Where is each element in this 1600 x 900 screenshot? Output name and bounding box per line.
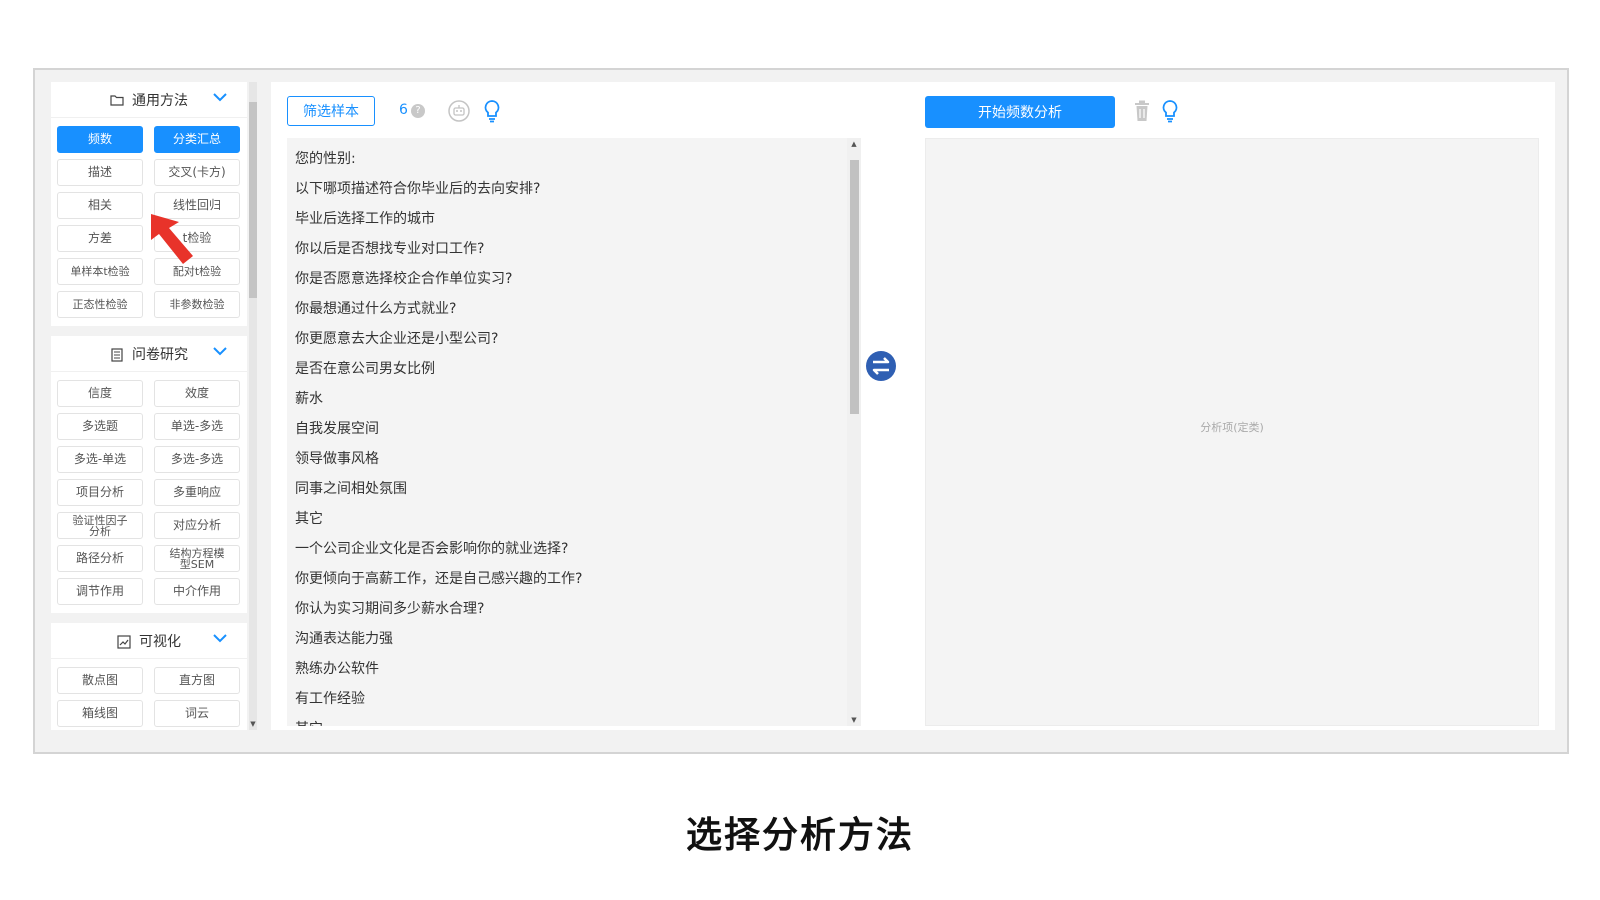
method-correlation-button[interactable]: 相关 xyxy=(57,192,143,219)
variable-item[interactable]: 沟通表达能力强 xyxy=(295,624,853,654)
analysis-items-drop-area[interactable]: 分析项(定类) xyxy=(925,138,1539,726)
chevron-down-icon[interactable] xyxy=(213,91,227,103)
document-icon xyxy=(110,347,124,362)
variable-item[interactable]: 您的性别: xyxy=(295,144,853,174)
method-histogram-button[interactable]: 直方图 xyxy=(154,667,240,694)
pointer-arrow-icon xyxy=(151,214,193,264)
method-sidebar: 通用方法 频数 分类汇总 描述 交叉(卡方) 相关 线性回归 方差 t检验 单样… xyxy=(51,82,247,730)
help-icon[interactable]: ? xyxy=(411,104,425,118)
method-single-multi-button[interactable]: 单选-多选 xyxy=(154,413,240,440)
variable-item[interactable]: 你更愿意去大企业还是小型公司? xyxy=(295,324,853,354)
swap-arrows-icon[interactable] xyxy=(865,350,897,382)
trash-icon[interactable] xyxy=(1133,100,1151,122)
method-validity-button[interactable]: 效度 xyxy=(154,380,240,407)
page-caption: 选择分析方法 xyxy=(685,815,914,856)
method-multi-single-button[interactable]: 多选-单选 xyxy=(57,446,143,473)
scroll-up-arrow-icon[interactable]: ▲ xyxy=(847,140,861,148)
method-reliability-button[interactable]: 信度 xyxy=(57,380,143,407)
variable-item[interactable]: 其它 xyxy=(295,504,853,534)
variable-item[interactable]: 你更倾向于高薪工作，还是自己感兴趣的工作? xyxy=(295,564,853,594)
method-sem-button[interactable]: 结构方程模型SEM xyxy=(154,545,240,572)
variable-item[interactable]: 一个公司企业文化是否会影响你的就业选择? xyxy=(295,534,853,564)
method-crosstab-button[interactable]: 交叉(卡方) xyxy=(154,159,240,186)
section-header-general[interactable]: 通用方法 xyxy=(51,82,247,118)
variable-item[interactable]: 自我发展空间 xyxy=(295,414,853,444)
variable-list-scroll-thumb[interactable] xyxy=(850,160,859,414)
variable-item[interactable]: 其它 xyxy=(295,714,853,726)
section-visualization: 可视化 散点图 直方图 箱线图 词云 xyxy=(51,623,247,730)
variable-count: 6 xyxy=(399,102,408,118)
scroll-down-arrow-icon[interactable]: ▼ xyxy=(249,720,257,728)
app-window: 通用方法 频数 分类汇总 描述 交叉(卡方) 相关 线性回归 方差 t检验 单样… xyxy=(33,68,1569,754)
method-wordcloud-button[interactable]: 词云 xyxy=(154,700,240,727)
section-title: 问卷研究 xyxy=(132,346,188,363)
method-item-analysis-button[interactable]: 项目分析 xyxy=(57,479,143,506)
sidebar-scroll-thumb[interactable] xyxy=(249,102,257,298)
variable-item[interactable]: 同事之间相处氛围 xyxy=(295,474,853,504)
section-header-survey[interactable]: 问卷研究 xyxy=(51,336,247,372)
method-boxplot-button[interactable]: 箱线图 xyxy=(57,700,143,727)
variable-item[interactable]: 你是否愿意选择校企合作单位实习? xyxy=(295,264,853,294)
section-title: 通用方法 xyxy=(132,92,188,109)
method-nonparametric-button[interactable]: 非参数检验 xyxy=(154,291,240,318)
variable-item[interactable]: 以下哪项描述符合你毕业后的去向安排? xyxy=(295,174,853,204)
method-anova-button[interactable]: 方差 xyxy=(57,225,143,252)
lightbulb-icon[interactable] xyxy=(483,99,501,123)
variable-item[interactable]: 你认为实习期间多少薪水合理? xyxy=(295,594,853,624)
method-frequency-button[interactable]: 频数 xyxy=(57,126,143,153)
method-multi-multi-button[interactable]: 多选-多选 xyxy=(154,446,240,473)
section-header-visualization[interactable]: 可视化 xyxy=(51,623,247,659)
sidebar-scrollbar[interactable]: ▼ xyxy=(249,82,257,730)
section-survey-research: 问卷研究 信度 效度 多选题 单选-多选 多选-单选 多选-多选 项目分析 多重… xyxy=(51,336,247,613)
variable-item[interactable]: 你以后是否想找专业对口工作? xyxy=(295,234,853,264)
method-path-analysis-button[interactable]: 路径分析 xyxy=(57,545,143,572)
method-one-sample-t-button[interactable]: 单样本t检验 xyxy=(57,258,143,285)
method-category-summary-button[interactable]: 分类汇总 xyxy=(154,126,240,153)
method-correspondence-button[interactable]: 对应分析 xyxy=(154,512,240,539)
method-multi-choice-button[interactable]: 多选题 xyxy=(57,413,143,440)
start-frequency-analysis-button[interactable]: 开始频数分析 xyxy=(925,96,1115,128)
filter-samples-button[interactable]: 筛选样本 xyxy=(287,96,375,126)
variable-list[interactable]: 您的性别: 以下哪项描述符合你毕业后的去向安排? 毕业后选择工作的城市 你以后是否想找… xyxy=(287,138,861,726)
scroll-down-arrow-icon[interactable]: ▼ xyxy=(847,716,861,724)
section-general-methods: 通用方法 频数 分类汇总 描述 交叉(卡方) 相关 线性回归 方差 t检验 单样… xyxy=(51,82,247,326)
variable-list-scrollbar[interactable]: ▲ ▼ xyxy=(847,138,861,726)
variable-item[interactable]: 薪水 xyxy=(295,384,853,414)
method-moderation-button[interactable]: 调节作用 xyxy=(57,578,143,605)
method-mediation-button[interactable]: 中介作用 xyxy=(154,578,240,605)
method-scatter-button[interactable]: 散点图 xyxy=(57,667,143,694)
chevron-down-icon[interactable] xyxy=(213,345,227,357)
folder-icon xyxy=(110,94,124,106)
variable-item[interactable]: 熟练办公软件 xyxy=(295,654,853,684)
chart-icon xyxy=(117,634,131,649)
method-multiple-response-button[interactable]: 多重响应 xyxy=(154,479,240,506)
lightbulb-icon[interactable] xyxy=(1161,99,1179,123)
analysis-panel: 筛选样本 6 ? 您的性别: 以下哪项描述符合你毕业后的去向安排? 毕业后选择工作的… xyxy=(271,82,1555,730)
variable-item[interactable]: 毕业后选择工作的城市 xyxy=(295,204,853,234)
section-title: 可视化 xyxy=(139,633,181,650)
chevron-down-icon[interactable] xyxy=(213,632,227,644)
variable-item[interactable]: 你最想通过什么方式就业? xyxy=(295,294,853,324)
variable-item[interactable]: 领导做事风格 xyxy=(295,444,853,474)
variable-item[interactable]: 有工作经验 xyxy=(295,684,853,714)
method-normality-button[interactable]: 正态性检验 xyxy=(57,291,143,318)
method-describe-button[interactable]: 描述 xyxy=(57,159,143,186)
robot-icon[interactable] xyxy=(448,100,470,122)
drop-area-hint: 分析项(定类) xyxy=(1200,421,1264,434)
variable-item[interactable]: 是否在意公司男女比例 xyxy=(295,354,853,384)
method-cfa-button[interactable]: 验证性因子分析 xyxy=(57,512,143,539)
